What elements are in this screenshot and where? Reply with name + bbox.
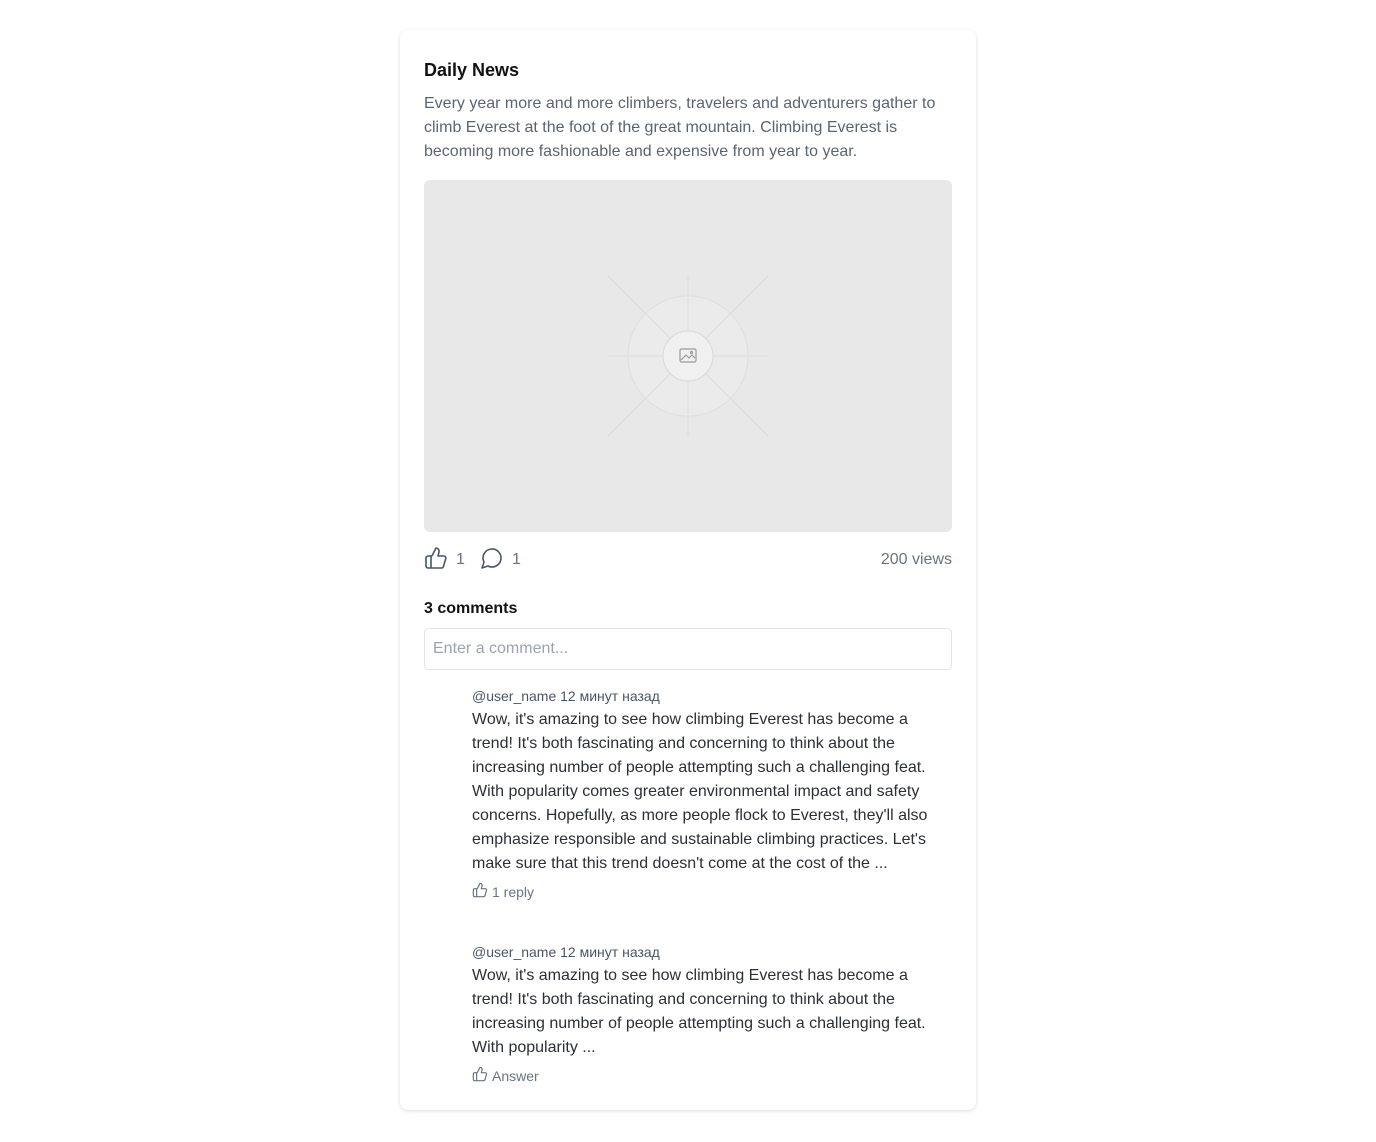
thumbs-up-icon	[424, 546, 448, 575]
comment-count: 1	[512, 551, 521, 568]
thumbs-up-icon	[472, 1066, 488, 1087]
views-count: 200 views	[880, 551, 952, 568]
thumbs-up-icon	[472, 882, 488, 903]
reply-count: 1 reply	[492, 884, 535, 900]
speech-bubble-icon	[480, 546, 504, 575]
post-title: Daily News	[424, 60, 520, 80]
post-card: Daily News Every year more and more clim…	[400, 30, 976, 1110]
like-button[interactable]: 1	[424, 546, 465, 575]
answer-label: Answer	[492, 1068, 539, 1084]
post-image[interactable]	[424, 180, 952, 532]
post-actions: 1 1 200 views	[424, 546, 952, 575]
comment-text: Wow, it's amazing to see how climbing Ev…	[472, 967, 926, 1056]
comment-meta: @user_name 12 минут назад	[472, 944, 660, 960]
reply-button[interactable]: 1 reply	[472, 882, 952, 902]
answer-button[interactable]: Answer	[472, 1066, 952, 1086]
comment-item: @user_name 12 минут назад Wow, it's amaz…	[472, 942, 952, 1086]
like-count: 1	[456, 551, 465, 568]
comment-meta: @user_name 12 минут назад	[472, 688, 660, 704]
comment-button[interactable]: 1	[480, 547, 521, 573]
post-description: Every year more and more climbers, trave…	[424, 95, 936, 160]
comments-title: 3 comments	[424, 600, 518, 617]
image-placeholder-icon	[607, 275, 769, 437]
comment-text: Wow, it's amazing to see how climbing Ev…	[472, 711, 928, 872]
comment-item: @user_name 12 минут назад Wow, it's amaz…	[472, 686, 952, 902]
comment-input[interactable]	[424, 628, 952, 670]
